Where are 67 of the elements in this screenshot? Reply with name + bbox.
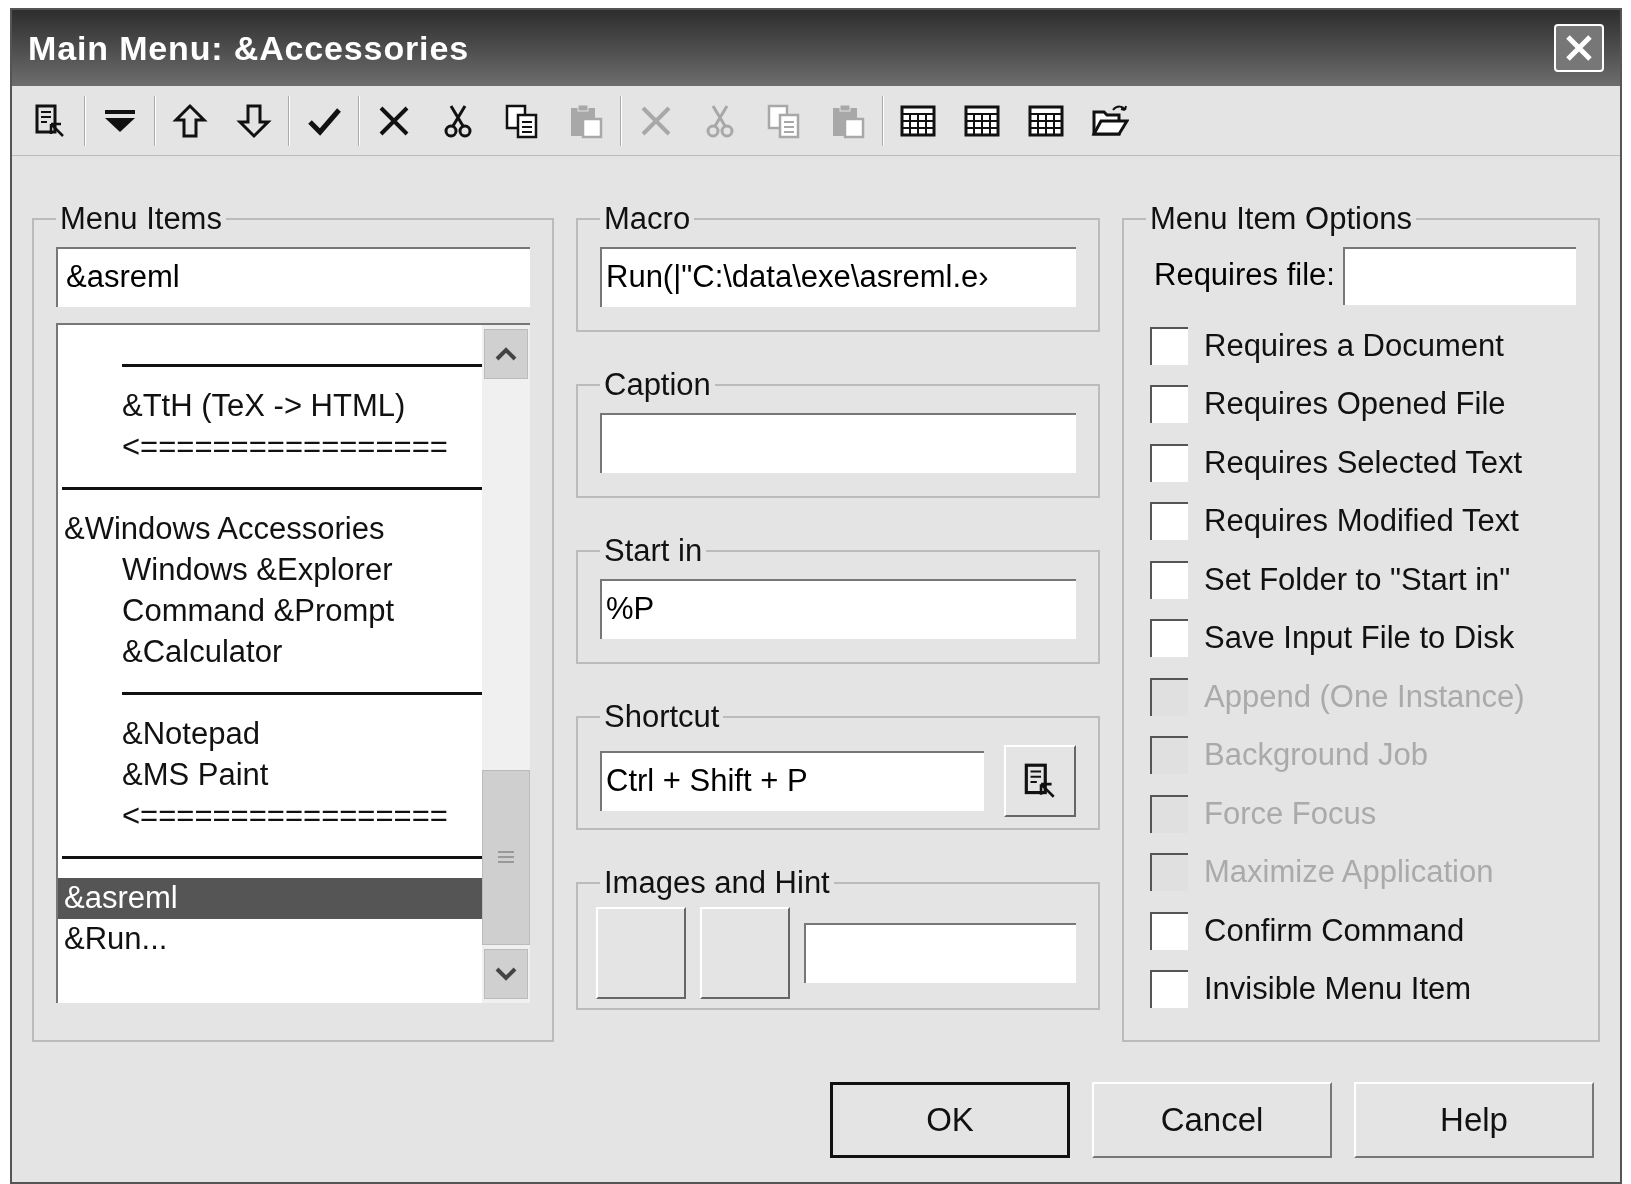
scroll-down-button[interactable]	[484, 948, 528, 999]
checkbox-label: Maximize Application	[1204, 853, 1494, 891]
menu-list-item[interactable]: Command &Prompt	[58, 590, 482, 632]
menu-list-item[interactable]: &Calculator	[58, 631, 482, 673]
checkbox-label: Requires Modified Text	[1204, 502, 1519, 540]
image-button[interactable]	[700, 906, 790, 999]
macro-field[interactable]: Run(|"C:\data\exe\asreml.e›	[600, 246, 1076, 307]
dialog-button[interactable]: Help	[1354, 1082, 1594, 1158]
menu-list-item[interactable]: Windows &Explorer	[58, 549, 482, 591]
hint-field[interactable]	[804, 922, 1076, 983]
close-icon	[1564, 33, 1594, 63]
menu-list-item[interactable]: &Notepad	[58, 713, 482, 755]
up-chevron-icon	[495, 346, 517, 361]
field-value: Run(|"C:\data\exe\asreml.e›	[606, 258, 989, 297]
checkbox-label: Set Folder to "Start in"	[1204, 560, 1511, 599]
dialog-button[interactable]: Cancel	[1092, 1082, 1332, 1158]
group-label: Menu Item Options	[1149, 200, 1413, 238]
checkbox[interactable]	[1150, 385, 1188, 424]
scroll-up-button[interactable]	[484, 328, 528, 379]
checkbox-label: Requires Selected Text	[1204, 443, 1523, 482]
menu-list-item[interactable]: &TtH (TeX -> HTML)	[58, 385, 482, 427]
scrollbar[interactable]	[482, 324, 530, 1003]
checkbox-label: Confirm Command	[1204, 911, 1465, 950]
grip-icon	[498, 850, 514, 864]
requires-file-field[interactable]	[1342, 246, 1576, 305]
field-label: Requires file:	[1154, 256, 1335, 295]
checkbox-label: Requires a Document	[1204, 326, 1504, 365]
group-label: Macro	[603, 200, 692, 238]
checkbox[interactable]	[1150, 970, 1188, 1009]
group-label: Images and Hint	[603, 864, 831, 902]
menu-list-item[interactable]: &asreml	[58, 877, 482, 919]
menu-name-field[interactable]: &asreml	[56, 246, 530, 307]
menu-list-item[interactable]: <=================	[58, 795, 482, 837]
checkbox[interactable]	[1150, 560, 1188, 599]
checkbox-label: Background Job	[1204, 736, 1429, 774]
shortcut-field[interactable]: Ctrl + Shift + P	[600, 750, 984, 811]
field-value: Ctrl + Shift + P	[606, 762, 808, 801]
up-arrow-icon	[171, 101, 209, 140]
window-title: Main Menu: &Accessories	[28, 27, 469, 69]
group-label: Shortcut	[603, 698, 721, 736]
menu-list-item[interactable]: <=================	[58, 426, 482, 468]
checkbox-label: Invisible Menu Item	[1204, 970, 1472, 1008]
group-label: Menu Items	[59, 200, 223, 238]
checkbox-label: Save Input File to Disk	[1204, 619, 1515, 657]
image-button[interactable]	[596, 906, 686, 999]
checkbox[interactable]	[1150, 502, 1188, 541]
group-label: Start in	[603, 532, 704, 570]
close-button[interactable]	[1554, 24, 1604, 72]
checkbox[interactable]	[1150, 443, 1188, 482]
field-value: %P	[606, 590, 655, 629]
menu-list-item[interactable]: &Windows Accessories	[58, 508, 482, 550]
down-chevron-icon	[495, 966, 517, 981]
checkbox-label: Append (One Instance)	[1204, 677, 1525, 716]
dialog-button[interactable]: OK	[830, 1082, 1070, 1158]
group-label: Caption	[603, 366, 712, 404]
caption-field[interactable]	[600, 412, 1076, 473]
checkbox[interactable]	[1150, 326, 1188, 365]
field-value: &asreml	[66, 258, 180, 297]
scroll-thumb[interactable]	[482, 769, 530, 945]
checkbox[interactable]	[1150, 619, 1188, 658]
start-in-field[interactable]: %P	[600, 578, 1076, 639]
record-shortcut-button[interactable]	[1004, 744, 1076, 817]
checkbox-label: Requires Opened File	[1204, 385, 1506, 423]
checkbox-label: Force Focus	[1204, 794, 1377, 833]
menu-list-item[interactable]: &MS Paint	[58, 754, 482, 796]
menu-list-item[interactable]: &Run...	[58, 918, 482, 960]
checkbox[interactable]	[1150, 911, 1188, 950]
